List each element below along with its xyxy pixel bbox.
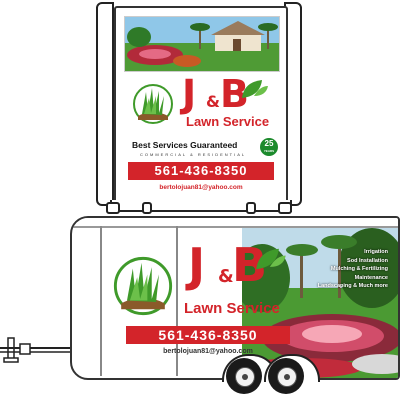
services-list: Irrigation Sod Installation Mulching & F… xyxy=(318,248,388,291)
back-frame-left xyxy=(96,2,114,206)
grass-logo-icon xyxy=(132,82,174,126)
email-address: bertolojuan81@yahoo.com xyxy=(159,184,243,191)
service-item: Maintenance xyxy=(354,274,388,281)
subtagline: COMMERCIAL & RESIDENTIAL xyxy=(140,152,247,157)
trailer-box: Irrigation Sod Installation Mulching & F… xyxy=(70,216,400,380)
wheel-rim xyxy=(235,367,255,387)
service-item: Sod Installation xyxy=(347,257,388,264)
roof-rail xyxy=(72,218,398,228)
service-item: Landscaping & Much more xyxy=(317,283,388,289)
tagline: Best Services Guaranteed xyxy=(132,140,238,150)
back-panel: J & B Lawn Service Best Services Guarant… xyxy=(114,6,288,206)
trailer-back-view: J & B Lawn Service Best Services Guarant… xyxy=(96,0,302,216)
badge-number: 25 xyxy=(264,139,274,148)
wheel-hub xyxy=(284,374,290,380)
years-badge: 25 YEARS xyxy=(260,138,278,156)
badge-caption: YEARS xyxy=(263,149,275,153)
service-item: Mulching & Fertilizing xyxy=(330,266,388,272)
service-item: Irrigation xyxy=(364,249,388,255)
leaf-icon xyxy=(242,80,268,98)
landscape-photo xyxy=(124,16,280,72)
wheel-front xyxy=(226,358,262,394)
logo-j: J xyxy=(182,72,196,116)
door-seam xyxy=(100,226,102,376)
grass-logo-icon xyxy=(113,256,173,316)
trailer-side-view: Irrigation Sod Installation Mulching & F… xyxy=(0,206,400,400)
email-address: bertolojuan81@yahoo.com xyxy=(163,348,253,355)
trailer-hitch xyxy=(0,337,72,363)
logo-ampersand: & xyxy=(218,266,234,287)
wheel-hub xyxy=(242,374,248,380)
wheel-rim xyxy=(277,367,297,387)
leaf-icon xyxy=(256,248,286,270)
wheel-rear xyxy=(268,358,304,394)
logo-j: J xyxy=(188,238,205,292)
phone-number: 561-436-8350 xyxy=(126,326,290,344)
phone-number: 561-436-8350 xyxy=(128,162,274,180)
brand-name: Lawn Service xyxy=(184,300,280,317)
logo-ampersand: & xyxy=(206,92,220,111)
brand-name: Lawn Service xyxy=(186,114,270,129)
